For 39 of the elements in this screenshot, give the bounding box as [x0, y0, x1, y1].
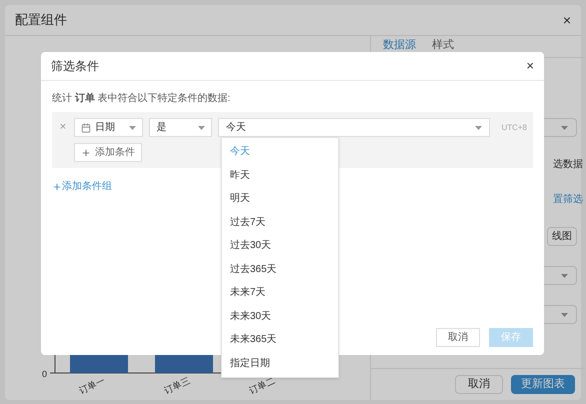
caret-icon	[561, 274, 568, 278]
dropdown-option[interactable]: 未来7天	[222, 281, 338, 304]
field-select[interactable]: 日期	[74, 118, 144, 137]
section-label: 选数据	[553, 158, 583, 172]
chart-type-button[interactable]: 线图	[547, 227, 577, 246]
add-group-link[interactable]: 添加条件组	[52, 179, 112, 194]
axis-label: 订单三	[162, 375, 192, 396]
dialog-title: 配置组件	[15, 11, 67, 30]
axis-label: 0	[42, 369, 48, 379]
axis-label: 订单一	[78, 375, 106, 396]
dropdown-option[interactable]: 昨天	[222, 164, 338, 187]
dropdown-option[interactable]: 未来30天	[222, 304, 338, 328]
caret-icon	[129, 126, 136, 130]
dropdown-option[interactable]: 明天	[222, 187, 338, 210]
caret-icon	[561, 126, 568, 130]
operator-select[interactable]: 是	[149, 118, 212, 137]
plus-icon	[81, 148, 91, 158]
close-button[interactable]: ×	[526, 56, 534, 76]
dropdown-option[interactable]: 未来365天	[222, 328, 338, 352]
caret-icon	[198, 126, 205, 130]
dropdown-option[interactable]: 指定日期	[222, 352, 338, 375]
axis-label: 订单二	[248, 375, 276, 396]
modal-title: 筛选条件	[51, 58, 99, 75]
cancel-button[interactable]: 取消	[436, 328, 480, 347]
filter-description: 统计 订单 表中符合以下特定条件的数据:	[52, 92, 232, 106]
panel-tab[interactable]: 样式	[432, 37, 454, 54]
dropdown-option[interactable]: 过去7天	[222, 210, 338, 234]
calendar-icon	[80, 122, 91, 132]
cancel-button[interactable]: 取消	[455, 375, 503, 394]
plus-icon	[52, 182, 62, 192]
dropdown-option[interactable]: 过去30天	[222, 234, 338, 258]
close-button[interactable]: ×	[562, 10, 571, 30]
caret-icon	[475, 126, 482, 130]
caret-icon	[561, 312, 568, 316]
dropdown-option[interactable]: 今天	[222, 140, 338, 164]
timezone-label: UTC+8	[501, 122, 527, 134]
value-select[interactable]: 今天	[218, 118, 490, 137]
dropdown-option[interactable]: 过去365天	[222, 258, 338, 281]
add-condition-button[interactable]: 添加条件	[74, 143, 142, 162]
